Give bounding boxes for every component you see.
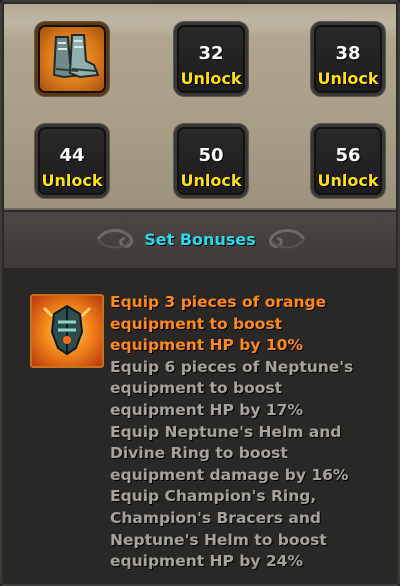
equipment-slot-locked-32[interactable]: 32 Unlock	[174, 22, 248, 96]
set-bonus-text: Equip 3 pieces of orange equipment to bo…	[110, 292, 380, 573]
neptune-boots-icon	[52, 34, 100, 79]
equipment-slot-locked-38[interactable]: 38 Unlock	[311, 22, 385, 96]
equipment-slot-locked-50[interactable]: 50 Unlock	[174, 124, 248, 198]
bonus-line: Equip Neptune's Helm and Divine Ring to …	[110, 422, 349, 484]
neptune-helm-icon	[42, 304, 92, 356]
equipment-slot-locked-56[interactable]: 56 Unlock	[311, 124, 385, 198]
slot-level: 32	[198, 43, 224, 64]
bonus-line: Equip 6 pieces of Neptune's equipment to…	[110, 357, 354, 419]
set-bonus-item-icon	[30, 294, 104, 368]
slot-unlock-label: Unlock	[317, 171, 379, 190]
slot-unlock-label: Unlock	[180, 69, 242, 88]
ornament-right-icon	[268, 229, 306, 249]
equipment-slot-locked-44[interactable]: 44 Unlock	[35, 124, 109, 198]
equipment-slots-area: 32 Unlock 38 Unlock 44 Unlock 50 Unlock …	[4, 4, 396, 210]
slot-level: 50	[198, 145, 224, 166]
scroll-fade	[4, 564, 396, 584]
set-bonuses-title: Set Bonuses	[144, 230, 256, 249]
slot-unlock-label: Unlock	[317, 69, 379, 88]
slot-level: 44	[59, 145, 85, 166]
slot-unlock-label: Unlock	[180, 171, 242, 190]
slot-unlock-label: Unlock	[41, 171, 103, 190]
bonus-line: Equip Champion's Ring, Champion's Bracer…	[110, 487, 327, 571]
set-bonus-list[interactable]: Equip 3 pieces of orange equipment to bo…	[4, 268, 396, 584]
slot-level: 56	[335, 145, 361, 166]
set-bonus-panel: 32 Unlock 38 Unlock 44 Unlock 50 Unlock …	[0, 0, 400, 586]
slot-level: 38	[335, 43, 361, 64]
set-bonuses-header: Set Bonuses	[4, 212, 396, 268]
bonus-line-active: Equip 3 pieces of orange equipment to bo…	[110, 293, 327, 355]
equipment-slot-boots[interactable]	[35, 22, 109, 96]
